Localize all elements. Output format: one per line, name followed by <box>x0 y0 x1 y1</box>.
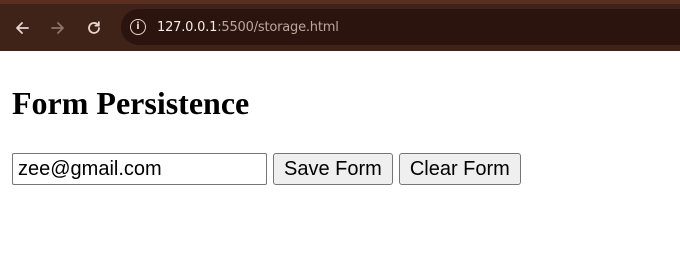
url-path: :5500/storage.html <box>217 19 339 35</box>
arrow-left-icon <box>16 21 29 34</box>
reload-button[interactable] <box>84 18 104 38</box>
save-form-button[interactable]: Save Form <box>273 153 393 185</box>
url-text[interactable]: 127.0.0.1:5500/storage.html <box>157 20 339 35</box>
clear-form-button[interactable]: Clear Form <box>398 153 521 185</box>
page-title: Form Persistence <box>12 85 250 121</box>
reload-icon <box>88 20 100 34</box>
browser-toolbar: i 127.0.0.1:5500/storage.html <box>0 0 680 51</box>
url-host: 127.0.0.1 <box>157 19 218 35</box>
arrow-right-icon <box>51 21 64 34</box>
back-button[interactable] <box>12 18 32 38</box>
persistence-form: Save Form Clear Form <box>12 153 668 185</box>
page-content: Form Persistence Save Form Clear Form <box>0 85 680 185</box>
info-icon[interactable]: i <box>130 19 146 35</box>
address-bar[interactable]: i 127.0.0.1:5500/storage.html <box>121 9 680 45</box>
email-input[interactable] <box>12 153 267 185</box>
forward-button[interactable] <box>48 18 68 38</box>
